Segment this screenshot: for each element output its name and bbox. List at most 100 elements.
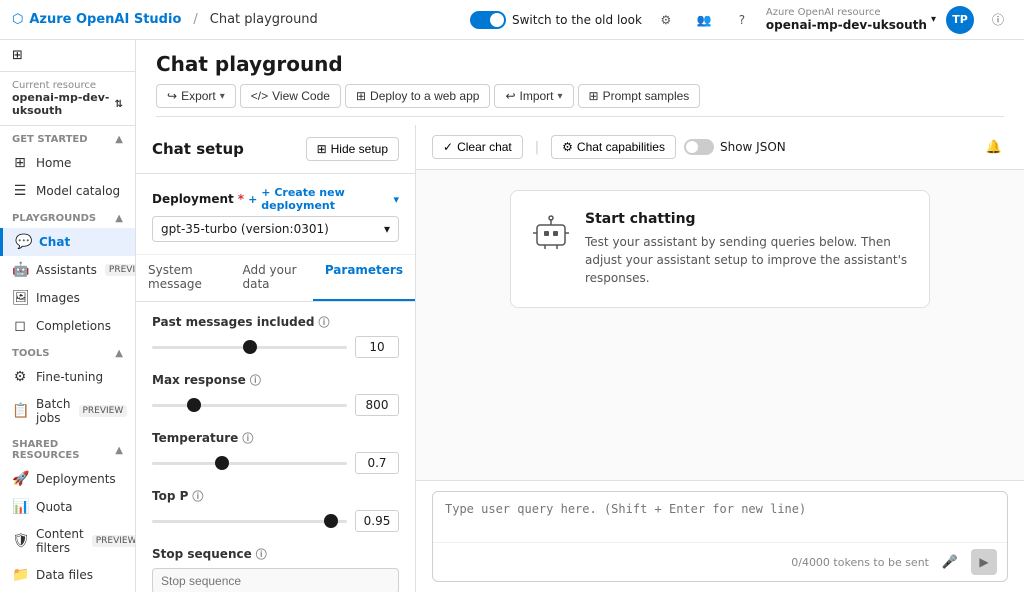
- quota-icon: 📊: [12, 499, 28, 515]
- max-response-value[interactable]: 800: [355, 394, 399, 416]
- prompt-samples-button[interactable]: ⊞ Prompt samples: [578, 84, 701, 108]
- tab-parameters[interactable]: Parameters: [313, 255, 415, 301]
- start-chatting-card: Start chatting Test your assistant by se…: [510, 190, 930, 308]
- setup-header: Chat setup ⊞ Hide setup: [136, 125, 415, 174]
- tab-add-your-data[interactable]: Add your data: [230, 255, 312, 301]
- top-bar-left: ⬡ Azure OpenAI Studio / Chat playground: [12, 12, 318, 27]
- import-button[interactable]: ↩ Import ▾: [494, 84, 573, 108]
- json-toggle-switch[interactable]: [684, 139, 714, 155]
- old-look-toggle[interactable]: [470, 11, 506, 29]
- import-chevron-icon: ▾: [558, 91, 563, 102]
- deployment-select[interactable]: gpt-35-turbo (version:0301) ▾: [152, 216, 399, 242]
- export-button[interactable]: ↪ Export ▾: [156, 84, 236, 108]
- divider: /: [193, 12, 197, 27]
- home-icon: ⊞: [12, 155, 28, 171]
- required-star: *: [238, 192, 244, 206]
- past-messages-info-icon[interactable]: ⓘ: [318, 314, 329, 330]
- hide-setup-button[interactable]: ⊞ Hide setup: [306, 137, 399, 161]
- section-collapse-icon[interactable]: ▲: [115, 134, 123, 145]
- assistants-badge: PREVIEW: [105, 264, 136, 276]
- speaker-icon[interactable]: 🔔: [980, 133, 1008, 161]
- past-messages-value[interactable]: 10: [355, 336, 399, 358]
- past-messages-slider[interactable]: [152, 346, 347, 349]
- view-code-button[interactable]: </> View Code: [240, 84, 341, 108]
- temperature-slider[interactable]: [152, 462, 347, 465]
- help-icon[interactable]: ⓘ: [984, 6, 1012, 34]
- top-p-slider[interactable]: [152, 520, 347, 523]
- param-max-response: Max response ⓘ 800: [152, 372, 399, 416]
- sidebar-item-content-filters[interactable]: 🛡 Content filters PREVIEW: [0, 521, 135, 561]
- tab-system-message[interactable]: System message: [136, 255, 230, 301]
- parameters-section: Past messages included ⓘ 10 Max response…: [136, 302, 415, 592]
- top-p-info-icon[interactable]: ⓘ: [192, 488, 203, 504]
- clear-chat-button[interactable]: ✓ Clear chat: [432, 135, 523, 159]
- sidebar-item-home[interactable]: ⊞ Home: [0, 149, 135, 177]
- resource-arrows-icon[interactable]: ⇅: [115, 99, 123, 110]
- avatar[interactable]: TP: [946, 6, 974, 34]
- temperature-value[interactable]: 0.7: [355, 452, 399, 474]
- chat-input[interactable]: [433, 492, 1007, 542]
- create-deployment-link[interactable]: + + Create new deployment ▾: [248, 186, 399, 212]
- deployments-icon: 🚀: [12, 471, 28, 487]
- sidebar-grid-icon: ⊞: [12, 48, 23, 63]
- max-response-slider[interactable]: [152, 404, 347, 407]
- past-messages-slider-row: 10: [152, 336, 399, 358]
- clear-chat-icon: ✓: [443, 140, 453, 154]
- chat-capabilities-button[interactable]: ⚙ Chat capabilities: [551, 135, 676, 159]
- completions-icon: ◻: [12, 318, 28, 334]
- max-response-slider-row: 800: [152, 394, 399, 416]
- stop-sequence-input[interactable]: [152, 568, 399, 592]
- resource-chevron-icon[interactable]: ▾: [931, 14, 936, 25]
- content: Chat playground ↪ Export ▾ </> View Code…: [136, 40, 1024, 592]
- deploy-button[interactable]: ⊞ Deploy to a web app: [345, 84, 490, 108]
- chat-input-box: 0/4000 tokens to be sent 🎤 ▶: [432, 491, 1008, 582]
- batch-jobs-icon: 📋: [12, 403, 28, 419]
- sidebar-item-completions[interactable]: ◻ Completions: [0, 312, 135, 340]
- select-chevron-icon: ▾: [384, 222, 390, 236]
- users-icon[interactable]: 👥: [690, 6, 718, 34]
- param-past-messages: Past messages included ⓘ 10: [152, 314, 399, 358]
- robot-icon: [531, 211, 571, 259]
- temperature-slider-row: 0.7: [152, 452, 399, 474]
- resource-info: Azure OpenAI resource openai-mp-dev-ukso…: [766, 7, 936, 32]
- param-top-p-label: Top P ⓘ: [152, 488, 399, 504]
- show-json-toggle: Show JSON: [684, 139, 786, 155]
- info-icon[interactable]: ?: [728, 6, 756, 34]
- microphone-icon[interactable]: 🎤: [937, 549, 963, 575]
- send-icon: ▶: [979, 555, 988, 569]
- main-panel: Chat setup ⊞ Hide setup Deployment * + +…: [136, 125, 1024, 592]
- setup-tabs: System message Add your data Parameters: [136, 255, 415, 302]
- main-layout: ⊞ Current resource openai-mp-dev-uksouth…: [0, 40, 1024, 592]
- send-button[interactable]: ▶: [971, 549, 997, 575]
- toolbar: ↪ Export ▾ </> View Code ⊞ Deploy to a w…: [156, 84, 1004, 117]
- content-filters-icon: 🛡: [12, 533, 28, 549]
- section-get-started: Get started ▲: [0, 126, 135, 149]
- import-icon: ↩: [505, 89, 515, 103]
- batch-badge: PREVIEW: [79, 405, 128, 417]
- chat-input-area: 0/4000 tokens to be sent 🎤 ▶: [416, 480, 1024, 592]
- deploy-icon: ⊞: [356, 89, 366, 103]
- tools-collapse-icon[interactable]: ▲: [115, 348, 123, 359]
- section-playgrounds: Playgrounds ▲: [0, 205, 135, 228]
- sidebar-item-assistants[interactable]: 🤖 Assistants PREVIEW: [0, 256, 135, 284]
- sidebar-item-data-files[interactable]: 📁 Data files: [0, 561, 135, 589]
- temperature-info-icon[interactable]: ⓘ: [242, 430, 253, 446]
- sidebar-resource-section: Current resource openai-mp-dev-uksouth ⇅: [0, 72, 135, 126]
- sidebar-item-batch-jobs[interactable]: 📋 Batch jobs PREVIEW: [0, 391, 135, 431]
- shared-collapse-icon[interactable]: ▲: [115, 445, 123, 456]
- export-chevron-icon: ▾: [220, 91, 225, 102]
- stop-sequence-info-icon[interactable]: ⓘ: [256, 546, 267, 562]
- playgrounds-collapse-icon[interactable]: ▲: [115, 213, 123, 224]
- sidebar-item-deployments[interactable]: 🚀 Deployments: [0, 465, 135, 493]
- max-response-info-icon[interactable]: ⓘ: [250, 372, 261, 388]
- settings-icon[interactable]: ⚙: [652, 6, 680, 34]
- sidebar-item-fine-tuning[interactable]: ⚙ Fine-tuning: [0, 363, 135, 391]
- top-p-value[interactable]: 0.95: [355, 510, 399, 532]
- sidebar-item-model-catalog[interactable]: ☰ Model catalog: [0, 177, 135, 205]
- param-past-messages-label: Past messages included ⓘ: [152, 314, 399, 330]
- sidebar-item-quota[interactable]: 📊 Quota: [0, 493, 135, 521]
- param-temperature-label: Temperature ⓘ: [152, 430, 399, 446]
- sidebar-logo: ⊞: [0, 40, 135, 72]
- sidebar-item-chat[interactable]: 💬 Chat: [0, 228, 135, 256]
- sidebar-item-images[interactable]: 🖼 Images: [0, 284, 135, 312]
